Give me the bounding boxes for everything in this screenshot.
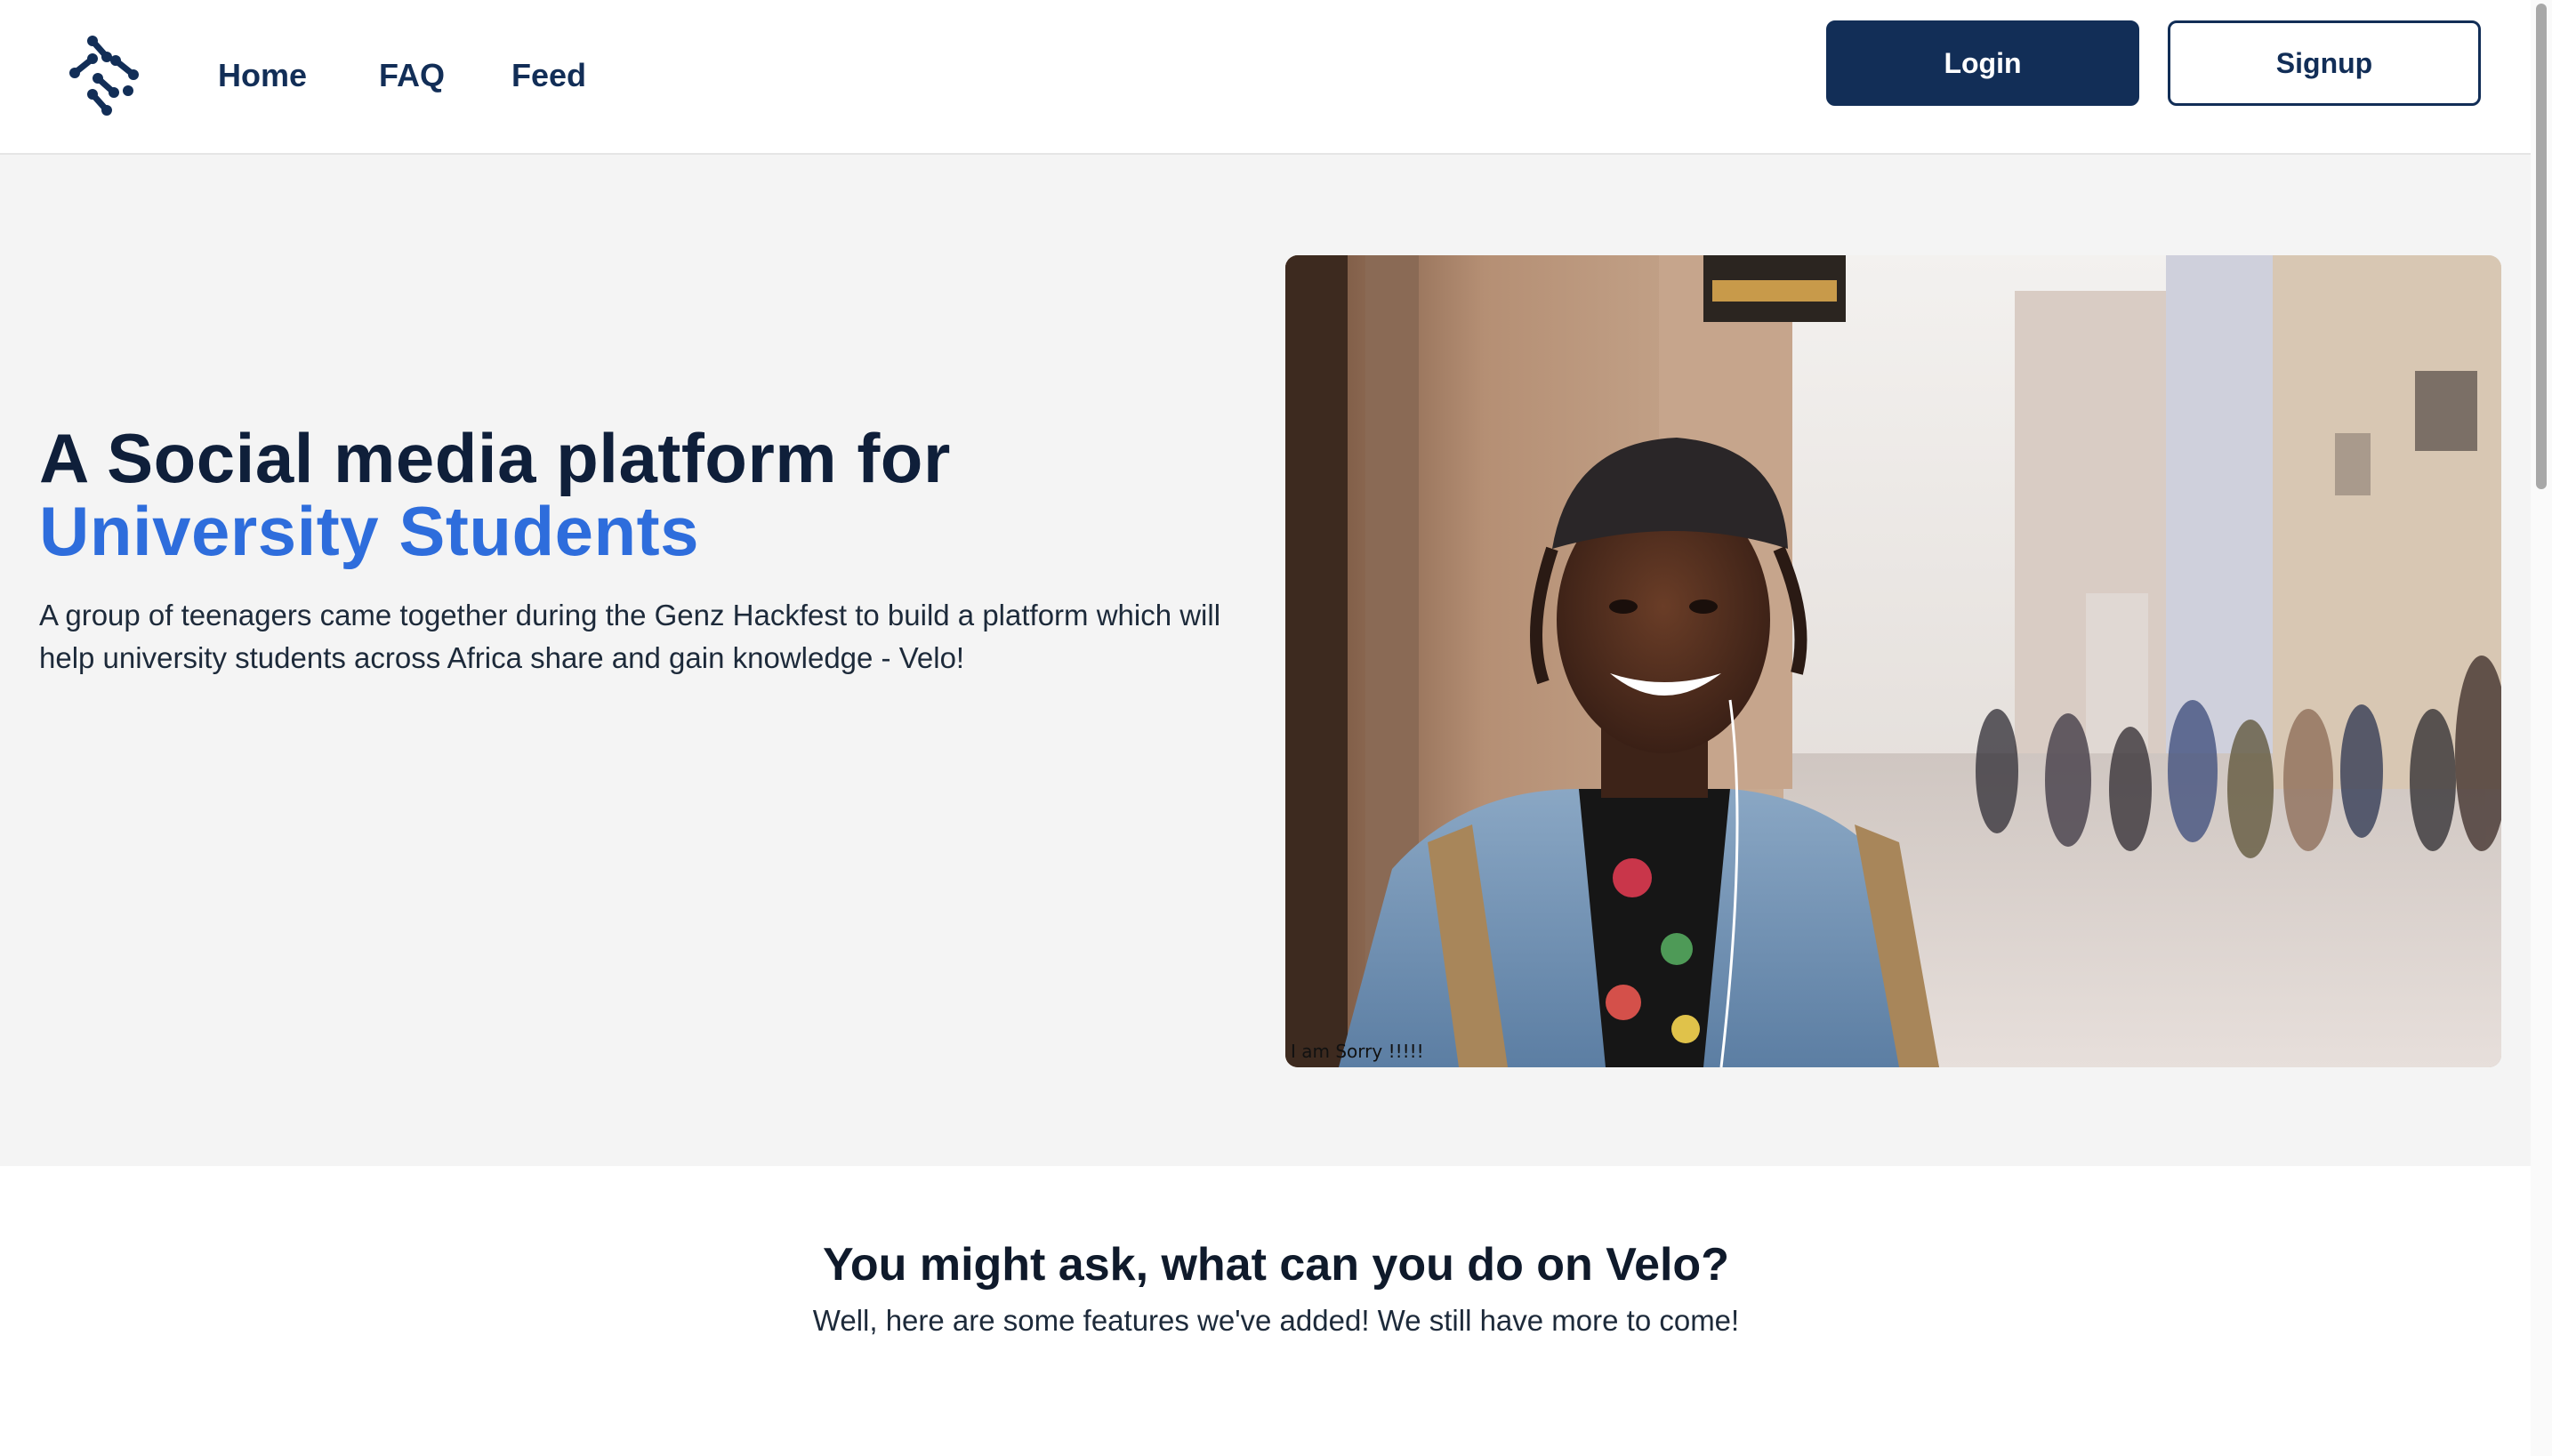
hero-section: A Social media platform for University S… — [0, 155, 2552, 1166]
velo-logo-icon[interactable] — [62, 34, 146, 117]
nav-faq-link[interactable]: FAQ — [379, 53, 445, 98]
features-title: You might ask, what can you do on Velo? — [823, 1239, 1729, 1291]
features-section: You might ask, what can you do on Velo? … — [0, 1166, 2552, 1456]
scrollbar-thumb[interactable] — [2536, 4, 2547, 489]
page: Home FAQ Feed Login Signup A Social medi… — [0, 0, 2552, 1456]
hero-title-highlight: University Students — [39, 492, 700, 570]
site-header: Home FAQ Feed Login Signup — [0, 0, 2552, 155]
hero-title-line1: A Social media platform for — [39, 419, 951, 497]
hero-description: A group of teenagers came together durin… — [39, 599, 1221, 674]
features-subtitle: Well, here are some features we've added… — [812, 1304, 1740, 1337]
nav-home-link[interactable]: Home — [218, 53, 307, 98]
nav-feed-link[interactable]: Feed — [511, 53, 586, 98]
login-button[interactable]: Login — [1826, 20, 2139, 106]
hero-photo: I am Sorry !!!!! — [1285, 255, 2501, 1067]
hero-title: A Social media platform for University S… — [39, 422, 1267, 567]
signup-button[interactable]: Signup — [2168, 20, 2481, 106]
page-scrollbar[interactable] — [2531, 0, 2552, 1456]
photo-caption: I am Sorry !!!!! — [1291, 1041, 1424, 1062]
